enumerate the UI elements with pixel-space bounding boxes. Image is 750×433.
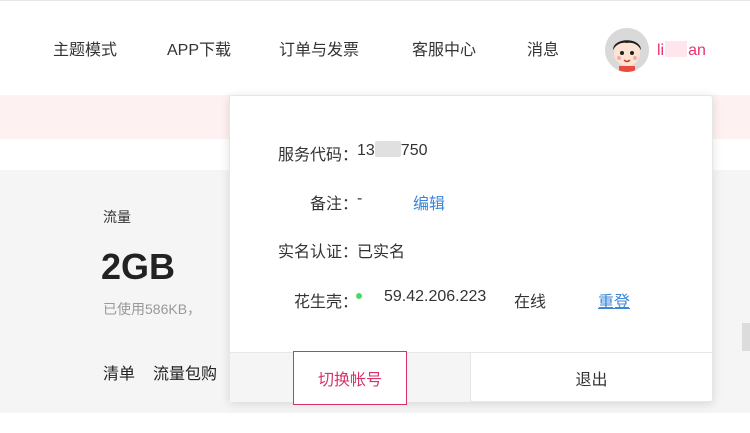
flow-label: 流量 <box>103 209 131 225</box>
nav-customer-service[interactable]: 客服中心 <box>412 40 476 62</box>
tab-flow-package[interactable]: 流量包购 <box>153 360 217 384</box>
remark-label: 备注： <box>309 196 358 213</box>
footer-left-area: 切换帐号 <box>230 351 471 405</box>
nav-orders-invoices[interactable]: 订单与发票 <box>279 40 359 62</box>
online-status-dot <box>356 293 362 299</box>
flow-value: 2GB <box>101 246 176 287</box>
edit-remark-link[interactable]: 编辑 <box>413 190 445 214</box>
switch-account-button[interactable]: 切换帐号 <box>293 351 407 405</box>
nav-app-download[interactable]: APP下载 <box>167 40 231 62</box>
username[interactable]: li an <box>657 40 706 62</box>
nav-messages[interactable]: 消息 <box>527 40 559 62</box>
scrollbar-thumb[interactable] <box>742 323 750 351</box>
service-code-label: 服务代码： <box>277 147 358 164</box>
realname-label: 实名认证： <box>277 244 358 261</box>
service-code-end: 750 <box>400 142 428 159</box>
realname-value: 已实名 <box>357 244 406 261</box>
username-mask <box>665 41 688 57</box>
cartoon-avatar-icon <box>605 28 649 72</box>
service-code-start: 13 <box>357 142 375 159</box>
logout-button[interactable]: 退出 <box>471 353 712 402</box>
flow-used-text: 已使用586KB， <box>103 301 202 317</box>
hsk-status: 在线 <box>514 294 547 311</box>
top-bar: 主题模式 APP下载 订单与发票 客服中心 消息 li an <box>0 0 750 95</box>
dropdown-footer: 切换帐号 退出 <box>230 351 712 405</box>
account-dropdown: 服务代码： 13 750 备注： - 编辑 实名认证： 已实名 花生壳： 59.4… <box>229 95 713 405</box>
service-code-mask <box>374 141 401 157</box>
tab-list[interactable]: 清单 <box>103 360 135 384</box>
username-start: li <box>657 42 665 59</box>
nav-theme-mode[interactable]: 主题模式 <box>53 40 117 62</box>
relogin-link[interactable]: 重登 <box>598 288 630 312</box>
hsk-ip: 59.42.206.223 <box>384 288 487 305</box>
remark-value: - <box>357 190 363 207</box>
username-end: an <box>688 42 706 59</box>
avatar[interactable] <box>605 28 649 72</box>
hsk-label: 花生壳： <box>293 294 358 311</box>
service-code-value: 13 750 <box>357 141 428 160</box>
